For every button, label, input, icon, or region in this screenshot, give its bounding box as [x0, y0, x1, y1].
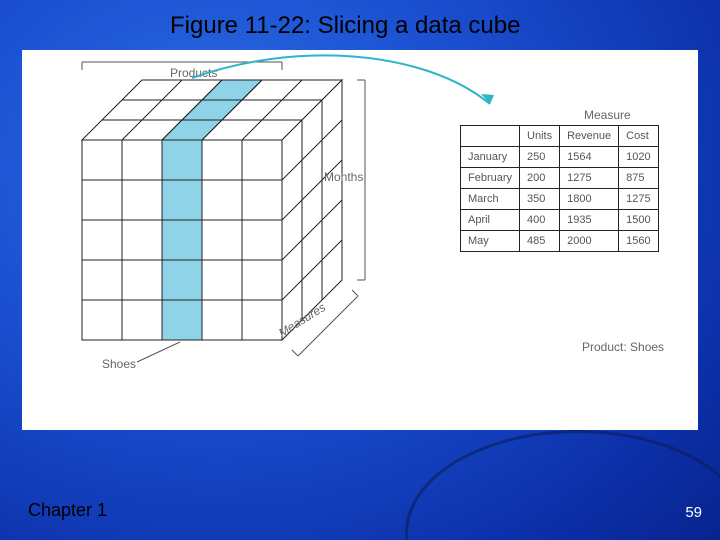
- col-units: Units: [520, 126, 560, 147]
- page-number: 59: [685, 504, 702, 521]
- decorative-arc: [405, 430, 720, 540]
- slide: Figure 11-22: Slicing a data cube: [0, 0, 720, 540]
- col-blank: [461, 126, 520, 147]
- table-row: May 485 2000 1560: [461, 231, 659, 252]
- measure-heading: Measure: [584, 108, 631, 122]
- table-row: February 200 1275 875: [461, 168, 659, 189]
- table-row: March 350 1800 1275: [461, 189, 659, 210]
- table-row: January 250 1564 1020: [461, 147, 659, 168]
- slice-label-shoes: Shoes: [102, 357, 136, 371]
- col-cost: Cost: [619, 126, 658, 147]
- chapter-label: Chapter 1: [28, 500, 107, 521]
- figure-panel: Products Months Measures Shoes Measure U…: [22, 50, 698, 430]
- table-caption: Product: Shoes: [582, 340, 664, 354]
- table-header-row: Units Revenue Cost: [461, 126, 659, 147]
- axis-label-months: Months: [324, 170, 363, 184]
- table-row: April 400 1935 1500: [461, 210, 659, 231]
- col-revenue: Revenue: [560, 126, 619, 147]
- slice-table: Units Revenue Cost January 250 1564 1020…: [460, 125, 659, 252]
- figure-title: Figure 11-22: Slicing a data cube: [170, 12, 520, 40]
